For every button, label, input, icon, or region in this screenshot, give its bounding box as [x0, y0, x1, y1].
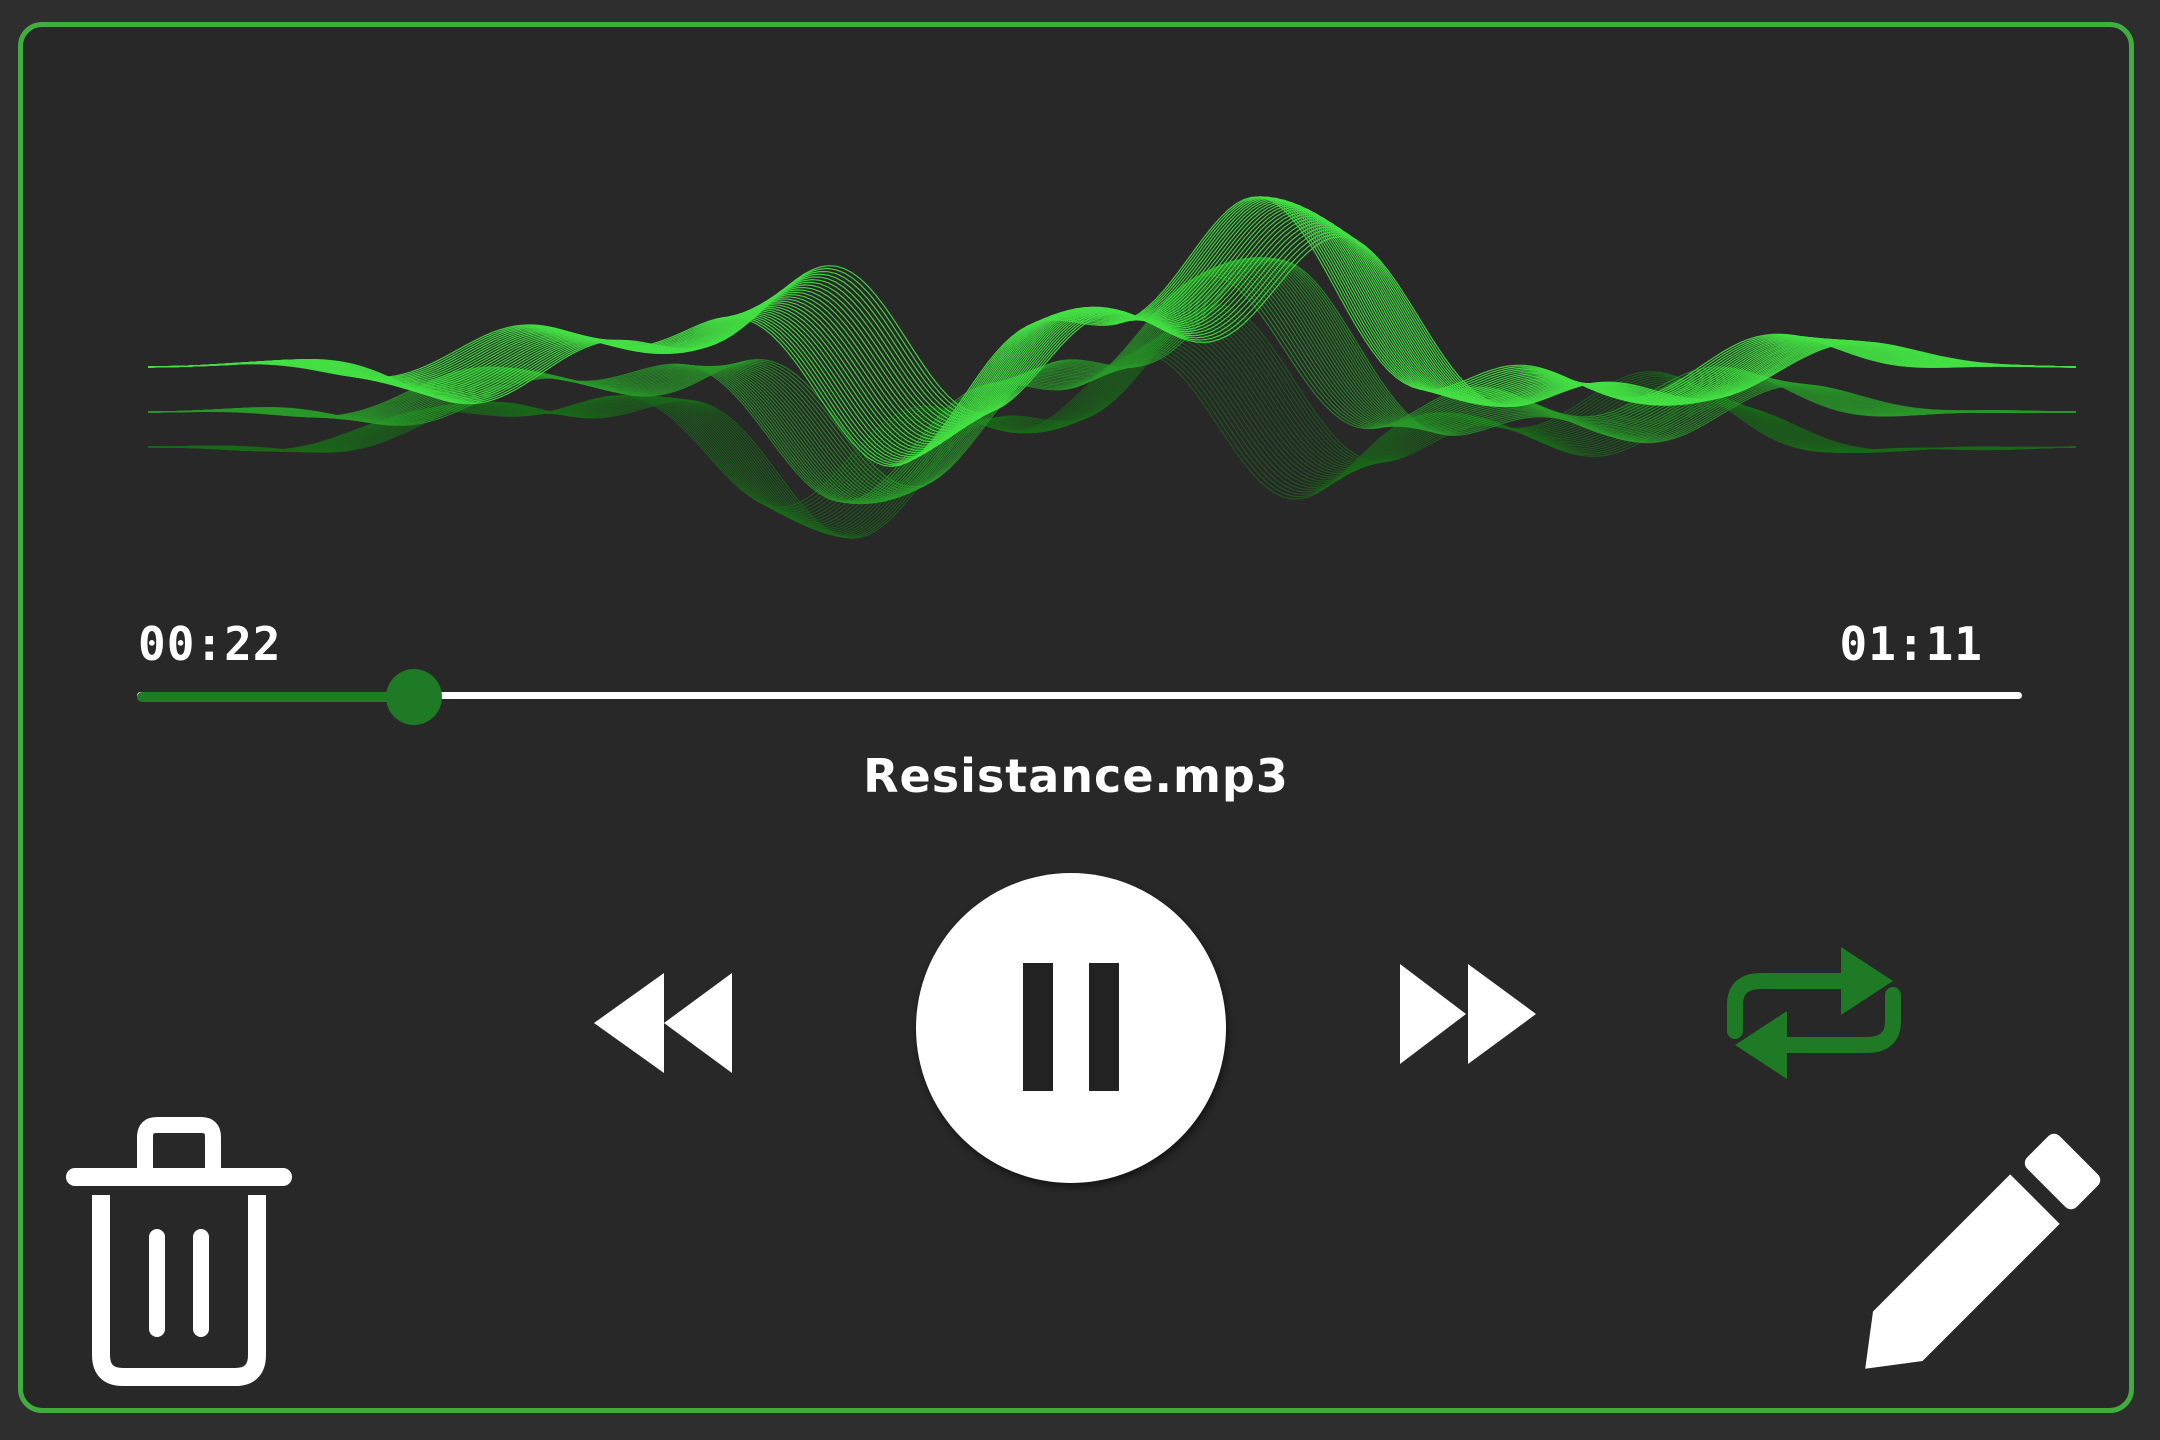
progress-thumb[interactable] — [386, 669, 443, 725]
delete-button[interactable] — [59, 1107, 299, 1397]
edit-button[interactable] — [1827, 1117, 2117, 1407]
trash-icon — [66, 1117, 292, 1386]
audio-player-window: 00:22 01:11 Resistance.mp3 — [18, 22, 2134, 1413]
audio-waveform-visualization — [147, 196, 2077, 539]
progress-fill — [137, 692, 415, 702]
fast-forward-button[interactable] — [1400, 964, 1558, 1064]
pause-icon — [1023, 963, 1119, 1091]
progress-slider[interactable] — [137, 669, 2022, 725]
rewind-button[interactable] — [594, 973, 752, 1073]
total-duration: 01:11 — [1839, 617, 1983, 671]
rewind-icon — [594, 973, 732, 1073]
play-pause-button[interactable] — [916, 873, 1226, 1183]
repeat-icon — [1727, 947, 1901, 1079]
waveform-strand — [147, 196, 2076, 461]
elapsed-time: 00:22 — [138, 617, 282, 671]
pencil-icon — [1865, 1133, 2101, 1369]
fast-forward-icon — [1400, 964, 1536, 1064]
track-title: Resistance.mp3 — [863, 749, 1289, 803]
repeat-button[interactable] — [1723, 933, 1905, 1093]
